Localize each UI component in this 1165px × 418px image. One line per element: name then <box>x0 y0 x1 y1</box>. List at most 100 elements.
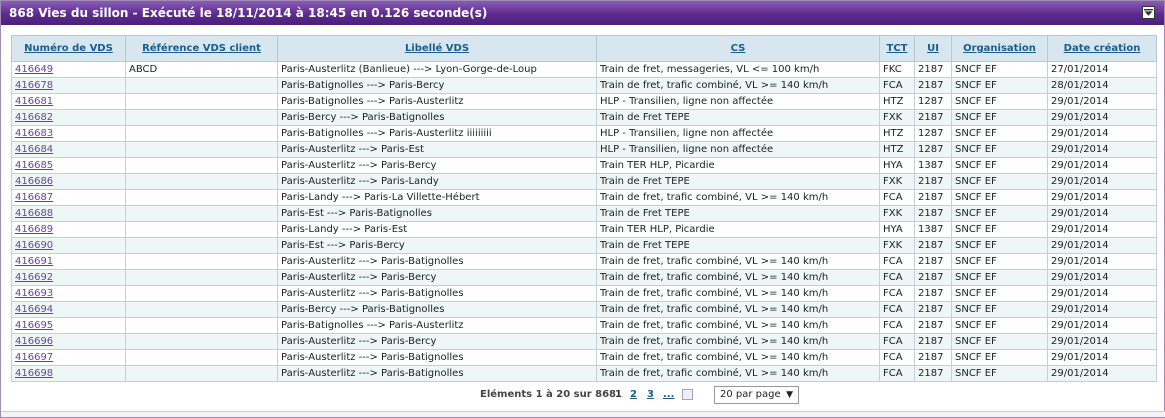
cell-tct: FCA <box>879 285 915 302</box>
table-row: 416698 Paris-Austerlitz ---> Paris-Batign… <box>11 365 1157 382</box>
vds-id-link[interactable]: 416685 <box>11 157 126 174</box>
cell-tct: HYA <box>879 157 915 174</box>
vds-id-link[interactable]: 416697 <box>11 349 126 366</box>
cell-organisation: SNCF EF <box>951 141 1048 158</box>
cell-organisation: SNCF EF <box>951 285 1048 302</box>
table-body: 416649 ABCD Paris-Austerlitz (Banlieue) --… <box>11 61 1157 382</box>
cell-reference-vds-client <box>125 189 278 206</box>
vds-table: Numéro de VDS Référence VDS client Libellé… <box>11 35 1157 382</box>
vds-id-link[interactable]: 416691 <box>11 253 126 270</box>
cell-date-creation: 28/01/2014 <box>1047 77 1157 94</box>
collapse-button[interactable] <box>1142 6 1155 19</box>
vds-id-link[interactable]: 416684 <box>11 141 126 158</box>
cell-date-creation: 29/01/2014 <box>1047 365 1157 382</box>
cell-cs: Train de fret, trafic combiné, VL >= 140… <box>596 189 880 206</box>
vds-id-link[interactable]: 416682 <box>11 109 126 126</box>
page-size-select[interactable]: 20 par page ▼ <box>714 386 799 404</box>
column-header-ui[interactable]: UI <box>914 35 952 62</box>
vds-id-link[interactable]: 416678 <box>11 77 126 94</box>
cell-tct: FXK <box>879 237 915 254</box>
cell-libelle-vds: Paris-Est ---> Paris-Bercy <box>277 237 597 254</box>
vds-id-link[interactable]: 416694 <box>11 301 126 318</box>
cell-organisation: SNCF EF <box>951 109 1048 126</box>
cell-tct: HTZ <box>879 125 915 142</box>
cell-reference-vds-client <box>125 205 278 222</box>
pagination-bar: Eléments 1 à 20 sur 868 1 2 3 ... 20 par… <box>1 386 1165 406</box>
cell-ui: 1387 <box>914 221 952 238</box>
vds-id-link[interactable]: 416698 <box>11 365 126 382</box>
cell-ui: 2187 <box>914 189 952 206</box>
vds-id-link[interactable]: 416693 <box>11 285 126 302</box>
cell-organisation: SNCF EF <box>951 253 1048 270</box>
column-header-organisation[interactable]: Organisation <box>951 35 1048 62</box>
cell-libelle-vds: Paris-Batignolles ---> Paris-Austerlitz <box>277 317 597 334</box>
cell-reference-vds-client <box>125 157 278 174</box>
vds-id-link[interactable]: 416686 <box>11 173 126 190</box>
horizontal-scrollbar[interactable] <box>1 411 1165 417</box>
cell-tct: FKC <box>879 61 915 78</box>
more-pages-link[interactable]: ... <box>663 389 674 400</box>
cell-libelle-vds: Paris-Landy ---> Paris-La Villette-Héber… <box>277 189 597 206</box>
column-header-reference-vds-client[interactable]: Référence VDS client <box>125 35 278 62</box>
cell-reference-vds-client <box>125 221 278 238</box>
cell-cs: Train de Fret TEPE <box>596 205 880 222</box>
cell-tct: FCA <box>879 301 915 318</box>
cell-ui: 1287 <box>914 93 952 110</box>
table-row: 416681 Paris-Batignolles ---> Paris-Auste… <box>11 93 1157 110</box>
cell-cs: Train TER HLP, Picardie <box>596 157 880 174</box>
table-row: 416684 Paris-Austerlitz ---> Paris-Est HLP… <box>11 141 1157 158</box>
cell-libelle-vds: Paris-Austerlitz ---> Paris-Batignolles <box>277 349 597 366</box>
cell-tct: FXK <box>879 205 915 222</box>
cell-ui: 1287 <box>914 125 952 142</box>
cell-cs: HLP - Transilien, ligne non affectée <box>596 125 880 142</box>
vds-id-link[interactable]: 416688 <box>11 205 126 222</box>
cell-libelle-vds: Paris-Batignolles ---> Paris-Austerlitz <box>277 93 597 110</box>
cell-reference-vds-client <box>125 317 278 334</box>
cell-ui: 2187 <box>914 237 952 254</box>
cell-cs: Train de Fret TEPE <box>596 109 880 126</box>
cell-tct: FCA <box>879 365 915 382</box>
cell-tct: FCA <box>879 253 915 270</box>
cell-reference-vds-client <box>125 125 278 142</box>
vds-id-link[interactable]: 416695 <box>11 317 126 334</box>
column-header-tct[interactable]: TCT <box>879 35 915 62</box>
vds-id-link[interactable]: 416683 <box>11 125 126 142</box>
cell-cs: HLP - Transilien, ligne non affectée <box>596 93 880 110</box>
page-2-link[interactable]: 2 <box>630 389 637 400</box>
cell-tct: FCA <box>879 269 915 286</box>
cell-tct: FCA <box>879 317 915 334</box>
cell-tct: HYA <box>879 221 915 238</box>
cell-organisation: SNCF EF <box>951 93 1048 110</box>
cell-libelle-vds: Paris-Austerlitz ---> Paris-Bercy <box>277 269 597 286</box>
cell-libelle-vds: Paris-Austerlitz ---> Paris-Est <box>277 141 597 158</box>
vds-id-link[interactable]: 416687 <box>11 189 126 206</box>
cell-reference-vds-client <box>125 285 278 302</box>
vds-id-link[interactable]: 416690 <box>11 237 126 254</box>
cell-cs: Train de fret, trafic combiné, VL >= 140… <box>596 301 880 318</box>
column-header-cs[interactable]: CS <box>596 35 880 62</box>
vds-id-link[interactable]: 416692 <box>11 269 126 286</box>
table-row: 416691 Paris-Austerlitz ---> Paris-Batign… <box>11 253 1157 270</box>
page-3-link[interactable]: 3 <box>647 389 654 400</box>
cell-date-creation: 29/01/2014 <box>1047 221 1157 238</box>
vds-id-link[interactable]: 416649 <box>11 61 126 78</box>
column-header-numero-vds[interactable]: Numéro de VDS <box>11 35 126 62</box>
vds-id-link[interactable]: 416696 <box>11 333 126 350</box>
vds-id-link[interactable]: 416689 <box>11 221 126 238</box>
cell-date-creation: 29/01/2014 <box>1047 109 1157 126</box>
table-row: 416693 Paris-Austerlitz ---> Paris-Batign… <box>11 285 1157 302</box>
vds-id-link[interactable]: 416681 <box>11 93 126 110</box>
column-header-date-creation[interactable]: Date création <box>1047 35 1157 62</box>
table-row: 416649 ABCD Paris-Austerlitz (Banlieue) --… <box>11 61 1157 78</box>
cell-ui: 2187 <box>914 365 952 382</box>
cell-date-creation: 29/01/2014 <box>1047 125 1157 142</box>
table-row: 416692 Paris-Austerlitz ---> Paris-Bercy T… <box>11 269 1157 286</box>
cell-tct: FCA <box>879 349 915 366</box>
cell-libelle-vds: Paris-Batignolles ---> Paris-Bercy <box>277 77 597 94</box>
cell-reference-vds-client <box>125 269 278 286</box>
next-page-icon[interactable] <box>682 389 693 400</box>
table-row: 416694 Paris-Bercy ---> Paris-Batignolles… <box>11 301 1157 318</box>
cell-cs: Train de Fret TEPE <box>596 173 880 190</box>
column-header-libelle-vds[interactable]: Libellé VDS <box>277 35 597 62</box>
table-row: 416696 Paris-Austerlitz ---> Paris-Bercy T… <box>11 333 1157 350</box>
